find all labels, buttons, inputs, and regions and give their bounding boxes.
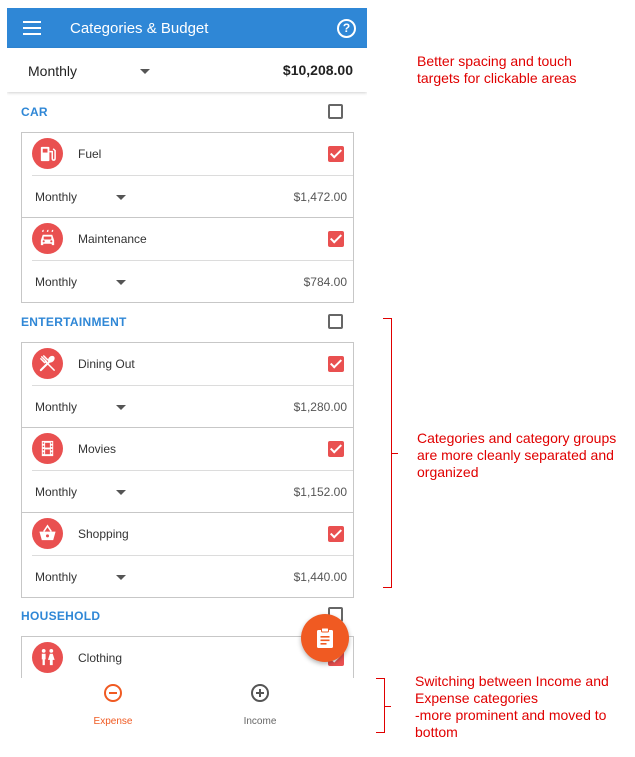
- bottom-navigation: Expense Income: [7, 678, 367, 748]
- category-name: Shopping: [78, 527, 129, 541]
- summary-total: $10,208.00: [282, 62, 353, 78]
- category-row-movies[interactable]: Movies: [22, 428, 353, 470]
- group-card-car: Fuel Monthly $1,472.00 Maintenance Month…: [21, 132, 354, 303]
- annotation-spacing: Better spacing and touch targets for cli…: [417, 53, 577, 86]
- group-title-household: HOUSEHOLD: [21, 609, 101, 623]
- plus-circle-icon: [251, 684, 269, 702]
- annotation-navigation-line-2: -more prominent and moved to bottom: [415, 707, 607, 740]
- budget-row-movies: Monthly $1,152.00: [32, 470, 353, 512]
- budget-row-fuel: Monthly $1,472.00: [32, 175, 353, 217]
- budget-row-shopping: Monthly $1,440.00: [32, 555, 353, 597]
- tab-expense-label: Expense: [93, 716, 133, 727]
- summary-period-dropdown[interactable]: Monthly: [28, 63, 77, 79]
- minus-circle-icon: [104, 684, 122, 702]
- category-checkbox[interactable]: [328, 146, 344, 162]
- utensils-icon[interactable]: [32, 348, 63, 379]
- tab-income[interactable]: Income: [215, 684, 305, 734]
- category-checkbox[interactable]: [328, 356, 344, 372]
- category-row-dining-out[interactable]: Dining Out: [22, 343, 353, 385]
- clipboard-icon: [317, 627, 333, 648]
- fuel-pump-icon[interactable]: [32, 138, 63, 169]
- group-title-car: CAR: [21, 105, 48, 119]
- category-name: Dining Out: [78, 357, 135, 371]
- shopping-basket-icon[interactable]: [32, 518, 63, 549]
- car-wash-icon[interactable]: [32, 223, 63, 254]
- tab-expense[interactable]: Expense: [68, 684, 158, 734]
- category-checkbox[interactable]: [328, 441, 344, 457]
- category-checkbox[interactable]: [328, 526, 344, 542]
- tab-income-label: Income: [243, 716, 277, 727]
- hamburger-menu-icon[interactable]: [23, 21, 41, 35]
- annotation-bracket-navigation: [376, 678, 391, 733]
- period-dropdown[interactable]: Monthly: [35, 400, 77, 414]
- annotation-navigation-line-1: Switching between Income and Expense cat…: [415, 673, 609, 706]
- chevron-down-icon[interactable]: [116, 490, 126, 495]
- period-dropdown[interactable]: Monthly: [35, 190, 77, 204]
- category-row-shopping[interactable]: Shopping: [22, 513, 353, 555]
- phone-screen: Categories & Budget ? Monthly $10,208.00…: [7, 8, 367, 748]
- group-title-entertainment: ENTERTAINMENT: [21, 315, 127, 329]
- annotation-categories: Categories and category groups are more …: [417, 430, 617, 480]
- category-name: Fuel: [78, 147, 102, 161]
- category-name: Maintenance: [78, 232, 147, 246]
- budget-amount[interactable]: $1,472.00: [294, 190, 347, 204]
- chevron-down-icon[interactable]: [116, 195, 126, 200]
- period-dropdown[interactable]: Monthly: [35, 485, 77, 499]
- chevron-down-icon[interactable]: [116, 280, 126, 285]
- app-bar: Categories & Budget ?: [7, 8, 367, 48]
- group-checkbox-entertainment[interactable]: [328, 314, 343, 329]
- period-dropdown[interactable]: Monthly: [35, 570, 77, 584]
- category-row-fuel[interactable]: Fuel: [22, 133, 353, 175]
- clipboard-fab-button[interactable]: [301, 614, 349, 662]
- budget-amount[interactable]: $1,152.00: [294, 485, 347, 499]
- chevron-down-icon[interactable]: [116, 405, 126, 410]
- budget-amount[interactable]: $784.00: [304, 275, 347, 289]
- group-checkbox-car[interactable]: [328, 104, 343, 119]
- budget-amount[interactable]: $1,440.00: [294, 570, 347, 584]
- category-name: Movies: [78, 442, 117, 456]
- category-checkbox[interactable]: [328, 231, 344, 247]
- annotation-navigation: Switching between Income and Expense cat…: [415, 673, 630, 741]
- chevron-down-icon[interactable]: [140, 69, 150, 74]
- budget-amount[interactable]: $1,280.00: [294, 400, 347, 414]
- budget-summary: Monthly $10,208.00: [7, 48, 367, 92]
- page-title: Categories & Budget: [70, 20, 209, 37]
- budget-row-maintenance: Monthly $784.00: [32, 260, 353, 302]
- period-dropdown[interactable]: Monthly: [35, 275, 77, 289]
- group-card-entertainment: Dining Out Monthly $1,280.00 Movies Mont…: [21, 342, 354, 598]
- film-icon[interactable]: [32, 433, 63, 464]
- help-circle-icon[interactable]: ?: [337, 19, 356, 38]
- category-row-maintenance[interactable]: Maintenance: [22, 218, 353, 260]
- people-icon[interactable]: [32, 642, 63, 673]
- chevron-down-icon[interactable]: [116, 575, 126, 580]
- budget-row-dining-out: Monthly $1,280.00: [32, 385, 353, 427]
- category-name: Clothing: [78, 651, 123, 665]
- annotation-bracket-categories: [383, 318, 398, 588]
